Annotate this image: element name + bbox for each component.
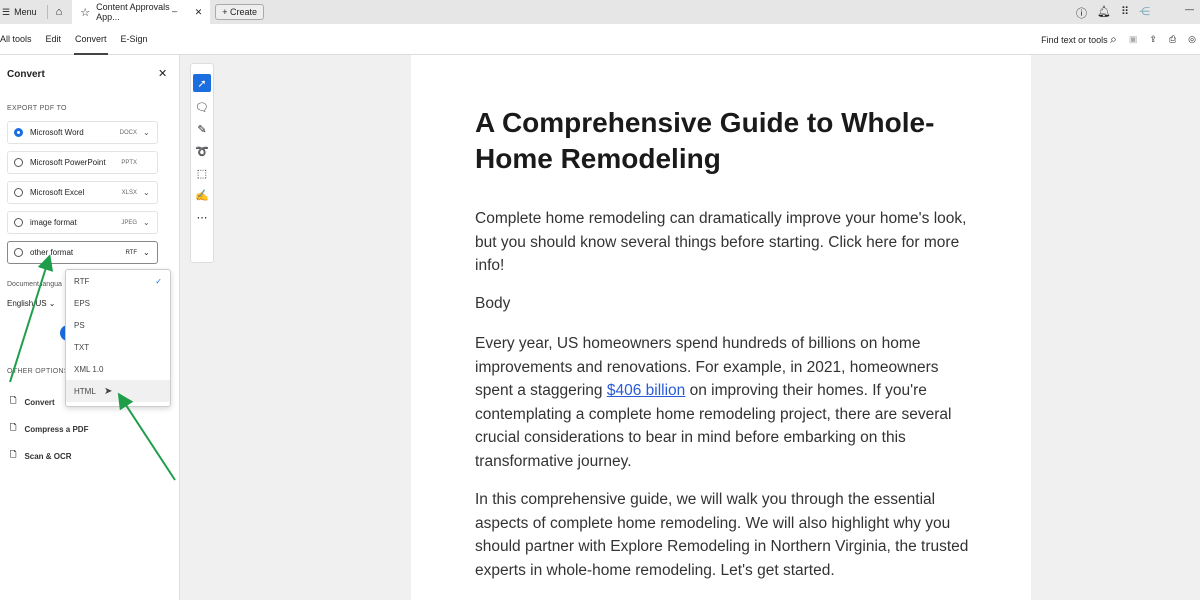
tab-convert[interactable]: Convert — [68, 24, 114, 55]
save-icon[interactable]: ▣ — [1129, 34, 1138, 45]
sign-icon[interactable]: ✍ — [195, 189, 209, 202]
document-page: A Comprehensive Guide to Whole-Home Remo… — [411, 55, 1031, 600]
export-label: EXPORT PDF TO — [7, 105, 67, 112]
radio-icon[interactable] — [14, 188, 23, 197]
option-other-format[interactable]: other format RTF ⌄ — [7, 241, 158, 264]
cursor-icon: ➤ — [104, 385, 113, 397]
print-icon[interactable]: ⎙ — [1169, 34, 1176, 45]
other-option-compress[interactable]: 🗋 Compress a PDF — [10, 422, 88, 436]
format-dropdown: RTF ✓ EPS PS TXT XML 1.0 HTML ➤ — [65, 269, 171, 407]
compress-icon: 🗋 — [10, 423, 17, 432]
more-icon[interactable]: ⋯ — [197, 211, 208, 224]
radio-icon[interactable] — [14, 158, 23, 167]
create-button[interactable]: + Create — [215, 4, 265, 20]
title-bar: ☰ Menu ⌂ ☆ Content Approvals _ App... ✕ + C… — [0, 0, 1200, 24]
language-select[interactable]: English US ⌄ — [7, 299, 56, 308]
dropdown-item-rtf[interactable]: RTF ✓ — [66, 270, 170, 292]
pen-icon[interactable]: ✎ — [197, 123, 206, 136]
bell-icon[interactable]: 🔔︎ — [1097, 5, 1111, 21]
other-options-label: OTHER OPTIONS — [7, 368, 69, 375]
dropdown-item-html[interactable]: HTML ➤ — [66, 380, 170, 402]
select-tool-icon[interactable]: ➚ — [193, 74, 211, 92]
dropdown-item-eps[interactable]: EPS — [66, 292, 170, 314]
text-select-icon[interactable]: ⬚ — [197, 167, 207, 180]
minimize-icon[interactable]: — — [1185, 4, 1194, 14]
divider — [46, 5, 48, 19]
apps-icon[interactable]: ⠿ — [1121, 5, 1129, 21]
chevron-down-icon[interactable]: ⌄ — [143, 218, 151, 227]
share-icon[interactable]: ⋲ — [1139, 5, 1150, 21]
other-option-scan-ocr[interactable]: 🗋 Scan & OCR — [10, 449, 72, 463]
chevron-down-icon[interactable]: ⌄ — [143, 128, 151, 137]
option-microsoft-word[interactable]: Microsoft Word DOCX ⌄ — [7, 121, 158, 144]
scan-icon: 🗋 — [10, 450, 17, 459]
intro-paragraph: Complete home remodeling can dramaticall… — [475, 210, 967, 274]
tab-all-tools[interactable]: All tools — [0, 24, 39, 55]
body-paragraph-1: Every year, US homeowners spend hundreds… — [475, 335, 952, 470]
document-language-label: Document langua — [7, 281, 62, 288]
upload-icon[interactable]: ⇪ — [1149, 34, 1157, 45]
tool-rail: ➚ 🗨︎ ✎ ➰ ⬚ ✍ ⋯ — [190, 63, 214, 263]
other-option-convert[interactable]: 🗋 Convert — [10, 395, 55, 409]
close-tab-icon[interactable]: ✕ — [195, 7, 203, 18]
radio-icon[interactable] — [14, 128, 23, 137]
option-microsoft-excel[interactable]: Microsoft Excel XLSX ⌄ — [7, 181, 158, 204]
document-title: A Comprehensive Guide to Whole-Home Remo… — [475, 107, 935, 174]
radio-icon[interactable] — [14, 218, 23, 227]
section-heading: Body — [475, 295, 511, 312]
dropdown-item-txt[interactable]: TXT — [66, 336, 170, 358]
close-panel-icon[interactable]: ✕ — [158, 67, 167, 80]
tab-e-sign[interactable]: E-Sign — [114, 24, 155, 55]
hamburger-icon: ☰ — [2, 6, 11, 17]
body-paragraph-2: In this comprehensive guide, we will wal… — [475, 491, 969, 579]
convert-icon: 🗋 — [10, 396, 17, 405]
menu-button[interactable]: ☰ Menu — [0, 7, 43, 18]
help-icon[interactable]: ⓘ — [1076, 5, 1087, 21]
chevron-down-icon[interactable]: ⌄ — [143, 188, 151, 197]
dropdown-item-ps[interactable]: PS — [66, 314, 170, 336]
option-microsoft-powerpoint[interactable]: Microsoft PowerPoint PPTX — [7, 151, 158, 174]
check-icon: ✓ — [155, 276, 162, 286]
document-tab[interactable]: ☆ Content Approvals _ App... ✕ — [72, 0, 211, 24]
chevron-down-icon[interactable]: ⌄ — [143, 248, 151, 257]
search-icon: ⌕ — [1110, 32, 1117, 46]
dropdown-item-xml[interactable]: XML 1.0 — [66, 358, 170, 380]
comment-icon[interactable]: 🗨︎ — [195, 101, 209, 114]
statistic-link[interactable]: $406 billion — [607, 382, 685, 399]
tab-edit[interactable]: Edit — [39, 24, 69, 55]
toolbar: All tools Edit Convert E-Sign Find text … — [0, 24, 1200, 55]
radio-icon[interactable] — [14, 248, 23, 257]
option-image-format[interactable]: image format JPEG ⌄ — [7, 211, 158, 234]
panel-title: Convert — [7, 69, 45, 80]
find-tools[interactable]: Find text or tools ⌕ — [1041, 32, 1117, 47]
lasso-icon[interactable]: ➰ — [195, 145, 209, 158]
home-icon[interactable]: ⌂ — [52, 6, 67, 18]
account-icon[interactable]: ◎ — [1188, 34, 1196, 45]
star-icon[interactable]: ☆ — [80, 6, 90, 19]
